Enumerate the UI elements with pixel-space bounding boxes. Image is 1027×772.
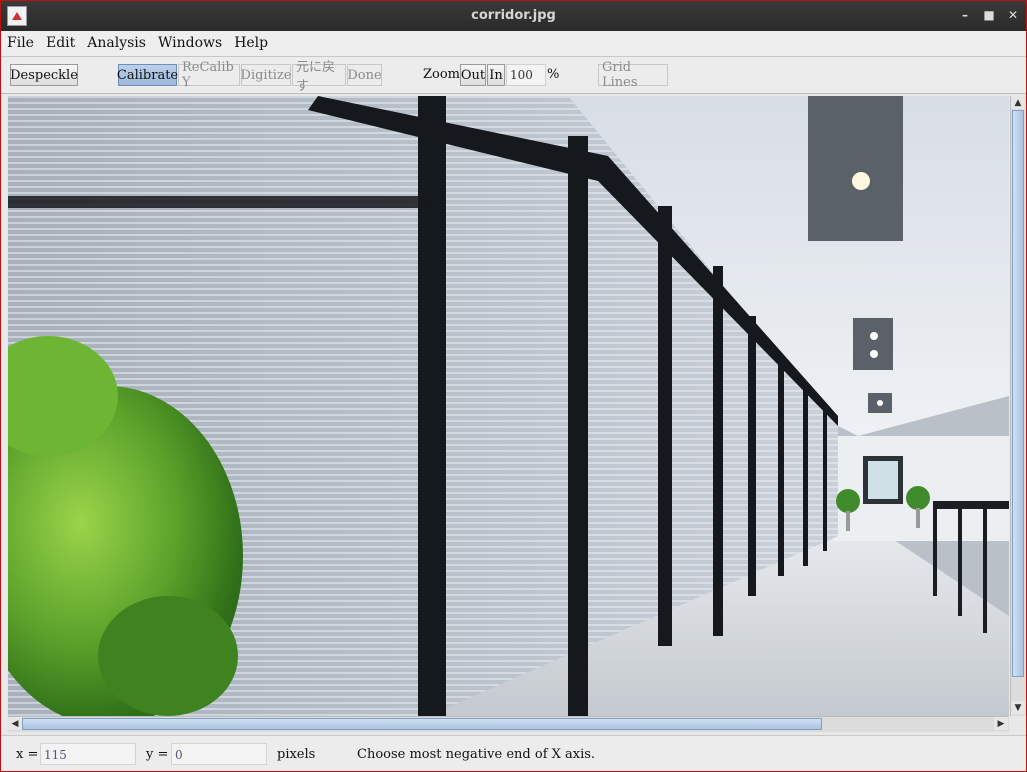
- x-coordinate-field[interactable]: 115: [40, 743, 136, 765]
- close-icon[interactable]: ✕: [1006, 6, 1020, 24]
- status-bar: x = 115 y = 0 pixels Choose most negativ…: [1, 735, 1026, 771]
- recalib-y-button[interactable]: ReCalib Y: [178, 60, 240, 90]
- y-coordinate-field[interactable]: 0: [171, 743, 267, 765]
- scroll-up-icon[interactable]: ▲: [1011, 96, 1025, 109]
- status-message: Choose most negative end of X axis.: [357, 747, 596, 762]
- zoom-label: Zoom:: [423, 67, 465, 82]
- toolbar: Despeckle Calibrate ReCalib Y Digitize 元…: [1, 57, 1026, 94]
- title-bar: corridor.jpg – ■ ✕: [1, 1, 1026, 31]
- horizontal-scroll-thumb[interactable]: [22, 718, 822, 730]
- x-coordinate-label: x =: [16, 747, 39, 762]
- menu-help[interactable]: Help: [228, 31, 274, 56]
- vertical-scrollbar[interactable]: ▲ ▼: [1010, 96, 1026, 716]
- scroll-right-icon[interactable]: ▶: [994, 717, 1008, 730]
- vertical-scroll-thumb[interactable]: [1012, 110, 1024, 677]
- menu-windows[interactable]: Windows: [152, 31, 228, 56]
- calibrate-button[interactable]: Calibrate: [117, 64, 178, 86]
- maximize-icon[interactable]: ■: [982, 6, 996, 24]
- menu-file[interactable]: File: [1, 31, 40, 56]
- grid-lines-button[interactable]: Grid Lines: [598, 60, 668, 90]
- scroll-left-icon[interactable]: ◀: [8, 717, 22, 730]
- window-title: corridor.jpg: [471, 8, 556, 23]
- undo-button[interactable]: 元に戻す: [292, 60, 346, 94]
- zoom-percent-label: %: [547, 67, 560, 82]
- scroll-down-icon[interactable]: ▼: [1011, 701, 1025, 714]
- digitize-button[interactable]: Digitize: [241, 64, 292, 86]
- units-label: pixels: [277, 747, 316, 762]
- horizontal-scrollbar[interactable]: ◀ ▶: [8, 716, 1009, 732]
- zoom-out-button[interactable]: Out: [460, 64, 486, 86]
- done-button[interactable]: Done: [347, 64, 382, 86]
- menu-analysis[interactable]: Analysis: [81, 31, 152, 56]
- minimize-icon[interactable]: –: [958, 6, 972, 24]
- despeckle-button[interactable]: Despeckle: [10, 64, 78, 86]
- zoom-in-button[interactable]: In: [487, 64, 505, 86]
- menu-bar: File Edit Analysis Windows Help: [1, 31, 1026, 57]
- digitizer-window: corridor.jpg – ■ ✕ File Edit Analysis Wi…: [0, 0, 1027, 772]
- corridor-image: [8, 96, 1009, 716]
- image-canvas[interactable]: [8, 96, 1009, 716]
- menu-edit[interactable]: Edit: [40, 31, 81, 56]
- zoom-input[interactable]: 100: [506, 64, 546, 86]
- y-coordinate-label: y =: [146, 747, 169, 762]
